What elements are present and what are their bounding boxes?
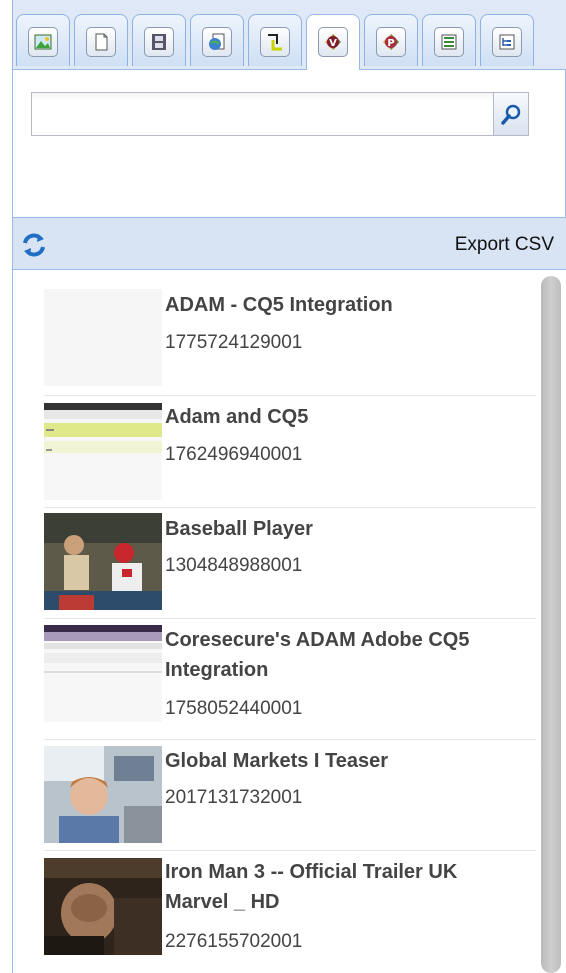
list-item[interactable]: Baseball Player 1304848988001 [44, 508, 536, 619]
video-thumbnail [44, 625, 162, 722]
list-item[interactable]: Adam and CQ5 1762496940001 [44, 396, 536, 508]
video-id: 2017131732001 [165, 787, 303, 808]
tree-icon [492, 27, 522, 57]
tab-site[interactable] [480, 14, 534, 66]
tab-products[interactable] [422, 14, 476, 66]
list-toolbar: Export CSV [12, 218, 566, 270]
tab-images[interactable] [16, 14, 70, 66]
video-title: Coresecure's ADAM Adobe CQ5 Integration [165, 629, 470, 681]
svg-text:P: P [387, 38, 394, 49]
refresh-button[interactable] [19, 230, 49, 260]
search-icon [500, 103, 524, 132]
video-title: Iron Man 3 -- Official Trailer UK Marvel… [165, 861, 458, 913]
video-list: ADAM - CQ5 Integration 1775724129001 Ada… [12, 270, 566, 973]
list-icon [434, 27, 464, 57]
video-thumbnail [44, 403, 162, 500]
svg-text:V: V [329, 38, 337, 49]
list-item[interactable]: Iron Man 3 -- Official Trailer UK Marvel… [44, 851, 536, 973]
search-button[interactable] [493, 92, 529, 136]
search-input[interactable] [31, 92, 493, 136]
video-title: ADAM - CQ5 Integration [165, 294, 393, 316]
video-id: 1762496940001 [165, 444, 303, 465]
video-id: 1304848988001 [165, 555, 303, 576]
tab-movies[interactable] [132, 14, 186, 66]
video-id: 1758052440001 [165, 698, 303, 719]
video-thumbnail [44, 513, 162, 610]
search-area [12, 70, 566, 218]
list-item[interactable]: Global Markets I Teaser 2017131732001 [44, 740, 536, 851]
refresh-icon [19, 233, 49, 264]
paragraph-icon [260, 27, 290, 57]
tab-playlists[interactable]: P [364, 14, 418, 66]
globe-doc-icon [202, 27, 232, 57]
scrollbar-thumb[interactable] [541, 276, 561, 973]
tab-paragraphs[interactable] [248, 14, 302, 66]
tab-flash[interactable] [190, 14, 244, 66]
brightcove-panel: V P Export CSV ADAM - CQ5 Integration 17… [12, 0, 566, 973]
video-id: 1775724129001 [165, 332, 303, 353]
list-item[interactable]: ADAM - CQ5 Integration 1775724129001 [44, 284, 536, 396]
brightcove-video-icon: V [318, 27, 348, 57]
video-title: Global Markets I Teaser [165, 750, 389, 772]
list-item[interactable]: Coresecure's ADAM Adobe CQ5 Integration … [44, 619, 536, 740]
film-icon [144, 27, 174, 57]
video-title: Baseball Player [165, 518, 313, 540]
video-thumbnail [44, 289, 162, 386]
video-thumbnail [44, 746, 162, 843]
video-thumbnail [44, 858, 162, 955]
image-icon [28, 27, 58, 57]
tab-videos[interactable]: V [306, 14, 360, 70]
document-icon [86, 27, 116, 57]
export-csv-link[interactable]: Export CSV [455, 234, 554, 256]
content-finder-tabs: V P [12, 0, 566, 70]
video-id: 2276155702001 [165, 931, 303, 952]
video-title: Adam and CQ5 [165, 406, 309, 428]
brightcove-playlist-icon: P [376, 27, 406, 57]
tab-documents[interactable] [74, 14, 128, 66]
